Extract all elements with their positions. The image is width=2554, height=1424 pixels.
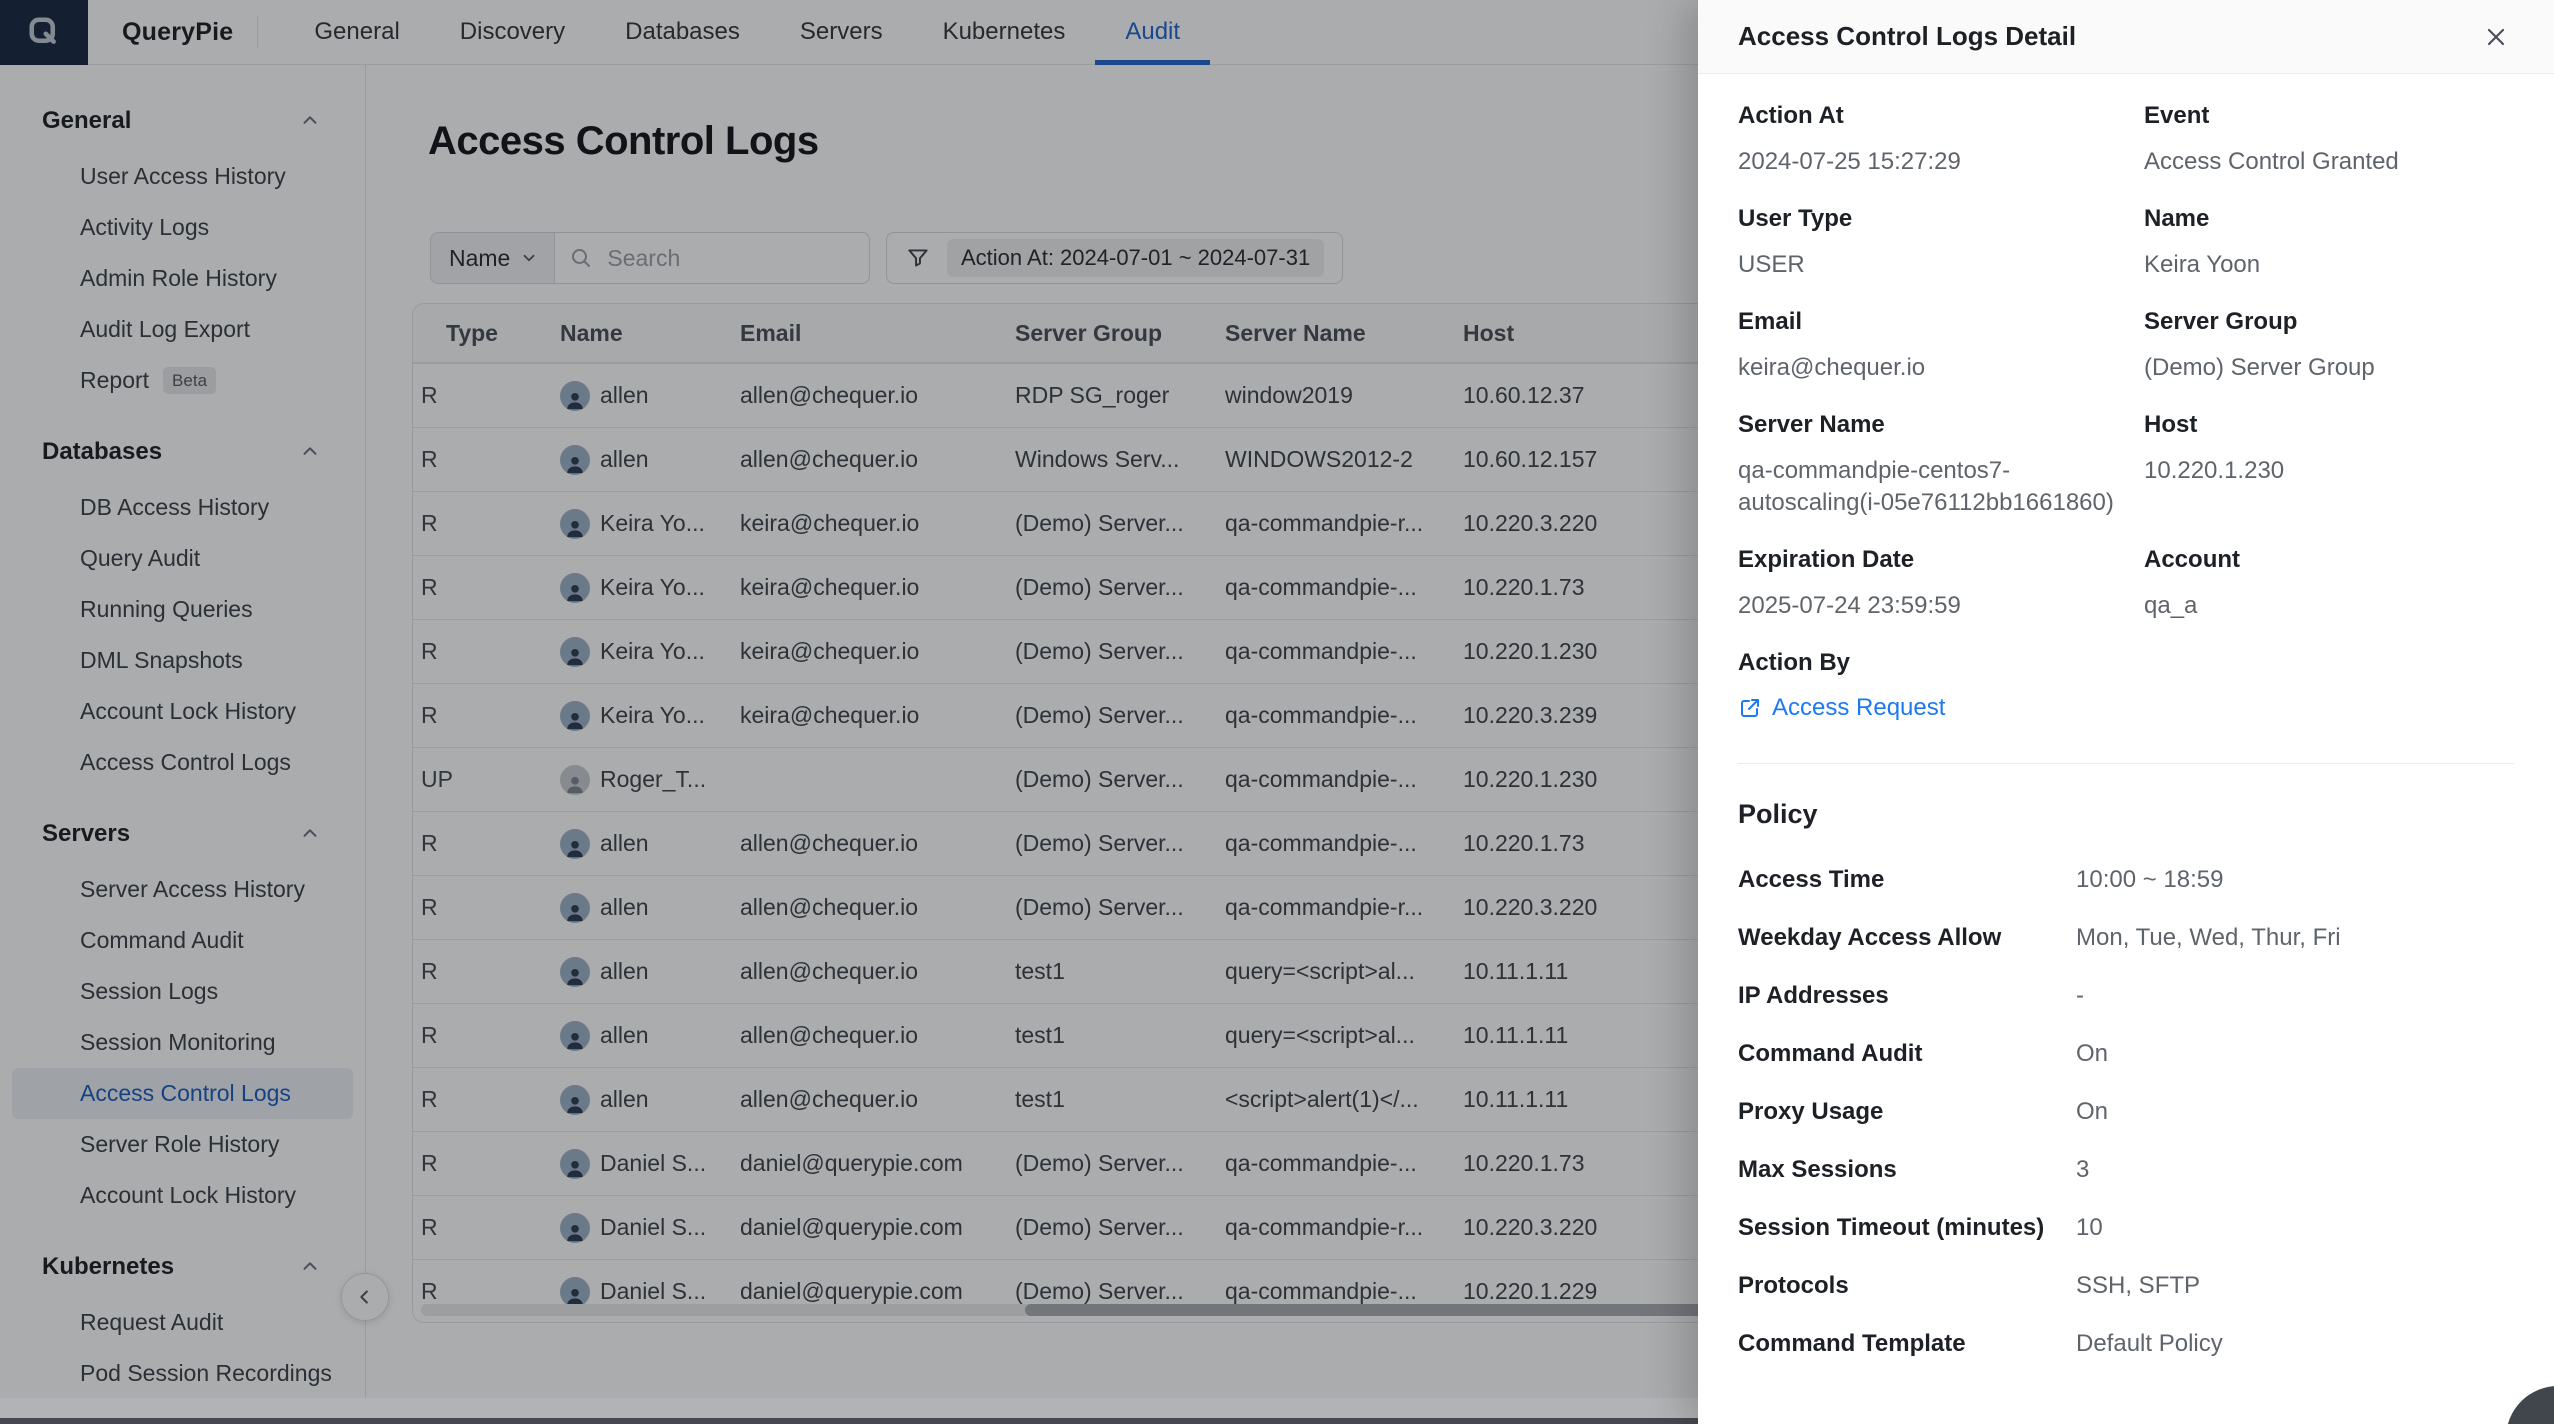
detail-field: Action At 2024-07-25 15:27:29: [1738, 102, 2144, 178]
section-divider: [1738, 763, 2514, 764]
detail-field-value: 10.220.1.230: [2144, 455, 2514, 487]
policy-value: 10:00 ~ 18:59: [2076, 866, 2514, 894]
detail-field-label: Email: [1738, 308, 2144, 336]
detail-field-value: qa_a: [2144, 590, 2514, 622]
close-icon[interactable]: [2476, 17, 2516, 57]
detail-field-value: Keira Yoon: [2144, 249, 2514, 281]
detail-field-pair: Server Name qa-commandpie-centos7-autosc…: [1738, 411, 2514, 519]
detail-field-value: (Demo) Server Group: [2144, 352, 2514, 384]
policy-value: 10: [2076, 1214, 2514, 1242]
detail-field-pair: Email keira@chequer.io Server Group (Dem…: [1738, 308, 2514, 384]
detail-field-value: 2025-07-24 23:59:59: [1738, 590, 2144, 622]
action-by-label: Action By: [1738, 649, 2514, 677]
detail-field: Server Group (Demo) Server Group: [2144, 308, 2514, 384]
policy-value: On: [2076, 1040, 2514, 1068]
detail-panel-header: Access Control Logs Detail: [1698, 0, 2554, 74]
policy-label: IP Addresses: [1738, 982, 2076, 1010]
detail-field: Server Name qa-commandpie-centos7-autosc…: [1738, 411, 2144, 519]
policy-label: Weekday Access Allow: [1738, 924, 2076, 952]
detail-field-label: Server Group: [2144, 308, 2514, 336]
detail-field-value: USER: [1738, 249, 2144, 281]
detail-field-value: qa-commandpie-centos7-autoscaling(i-05e7…: [1738, 455, 2144, 519]
detail-panel-body: Action At 2024-07-25 15:27:29 Event Acce…: [1698, 74, 2554, 1388]
detail-field-pair: Action At 2024-07-25 15:27:29 Event Acce…: [1738, 102, 2514, 178]
action-by-field: Action By Access Request: [1738, 649, 2514, 725]
policy-value: On: [2076, 1098, 2514, 1126]
detail-field-label: Event: [2144, 102, 2514, 130]
detail-field-label: Name: [2144, 205, 2514, 233]
policy-row: Command Audit On: [1738, 1040, 2514, 1068]
policy-value: Mon, Tue, Wed, Thur, Fri: [2076, 924, 2514, 952]
policy-row: Protocols SSH, SFTP: [1738, 1272, 2514, 1300]
policy-row: Weekday Access Allow Mon, Tue, Wed, Thur…: [1738, 924, 2514, 952]
access-request-link-text: Access Request: [1772, 693, 1945, 723]
policy-row: Max Sessions 3: [1738, 1156, 2514, 1184]
detail-field-value: Access Control Granted: [2144, 146, 2514, 178]
detail-field: Expiration Date 2025-07-24 23:59:59: [1738, 546, 2144, 622]
policy-row: Command Template Default Policy: [1738, 1330, 2514, 1358]
detail-field: Account qa_a: [2144, 546, 2514, 622]
policy-row: IP Addresses -: [1738, 982, 2514, 1010]
detail-field-value: 2024-07-25 15:27:29: [1738, 146, 2144, 178]
detail-field-pair: Expiration Date 2025-07-24 23:59:59 Acco…: [1738, 546, 2514, 622]
detail-field: Email keira@chequer.io: [1738, 308, 2144, 384]
app-root: QueryPie General Discovery Databases Ser…: [0, 0, 2554, 1424]
detail-field: Event Access Control Granted: [2144, 102, 2514, 178]
detail-field-label: Host: [2144, 411, 2514, 439]
detail-field-label: Expiration Date: [1738, 546, 2144, 574]
bottom-strip: [0, 1398, 1698, 1418]
detail-field: User Type USER: [1738, 205, 2144, 281]
policy-label: Command Template: [1738, 1330, 2076, 1358]
policy-label: Command Audit: [1738, 1040, 2076, 1068]
detail-panel-title: Access Control Logs Detail: [1738, 21, 2076, 52]
detail-field-label: User Type: [1738, 205, 2144, 233]
policy-label: Access Time: [1738, 866, 2076, 894]
policy-row: Access Time 10:00 ~ 18:59: [1738, 866, 2514, 894]
detail-field-value: keira@chequer.io: [1738, 352, 2144, 384]
policy-row: Session Timeout (minutes) 10: [1738, 1214, 2514, 1242]
detail-field-label: Account: [2144, 546, 2514, 574]
policy-value: -: [2076, 982, 2514, 1010]
policy-label: Session Timeout (minutes): [1738, 1214, 2076, 1242]
policy-label: Protocols: [1738, 1272, 2076, 1300]
policy-value: SSH, SFTP: [2076, 1272, 2514, 1300]
access-request-link[interactable]: Access Request: [1738, 693, 1945, 723]
detail-field: Name Keira Yoon: [2144, 205, 2514, 281]
policy-section-title: Policy: [1738, 798, 2514, 830]
detail-field-label: Action At: [1738, 102, 2144, 130]
detail-panel: Access Control Logs Detail Action At 202…: [1698, 0, 2554, 1424]
bottom-edge: [0, 1418, 1698, 1424]
policy-row: Proxy Usage On: [1738, 1098, 2514, 1126]
external-link-icon: [1738, 696, 1762, 720]
detail-field-pair: User Type USER Name Keira Yoon: [1738, 205, 2514, 281]
policy-value: Default Policy: [2076, 1330, 2514, 1358]
policy-label: Proxy Usage: [1738, 1098, 2076, 1126]
detail-field-label: Server Name: [1738, 411, 2144, 439]
policy-label: Max Sessions: [1738, 1156, 2076, 1184]
policy-value: 3: [2076, 1156, 2514, 1184]
detail-field: Host 10.220.1.230: [2144, 411, 2514, 519]
